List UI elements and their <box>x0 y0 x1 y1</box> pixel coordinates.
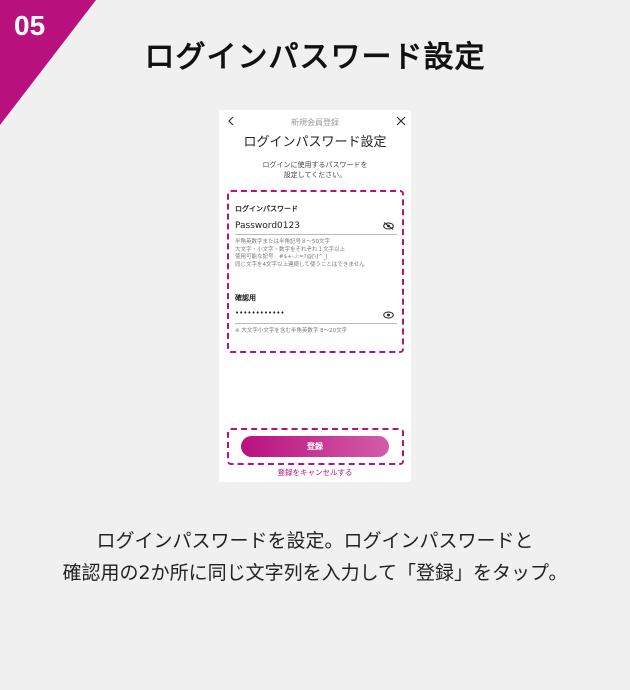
register-button[interactable]: 登録 <box>241 436 389 457</box>
confirm-underline <box>235 323 397 324</box>
password-hint-line: 大文字・小文字・数字をそれぞれ１文字以上 <box>235 246 346 253</box>
screen-navbar: 新規会員登録 <box>219 110 411 132</box>
instruction-line: ログインに使用するパスワードを <box>262 161 368 169</box>
instruction-line: 設定してください。 <box>283 171 347 179</box>
confirm-input[interactable]: •••••••••••• <box>235 309 285 317</box>
description-line: 確認用の2か所に同じ文字列を入力して「登録」をタップ。 <box>62 562 568 584</box>
eye-icon[interactable] <box>383 311 394 319</box>
password-underline <box>235 234 397 235</box>
password-hint-line: 半角英数字または半角記号８〜50文字 <box>235 239 330 245</box>
cancel-registration-link[interactable]: 登録をキャンセルする <box>219 467 411 478</box>
step-description: ログインパスワードを設定。ログインパスワードと 確認用の2か所に同じ文字列を入力… <box>0 525 630 589</box>
password-label: ログインパスワード <box>235 205 298 213</box>
screen-header-title: 新規会員登録 <box>291 118 339 127</box>
close-icon[interactable] <box>396 116 406 126</box>
confirm-label: 確認用 <box>235 294 256 302</box>
password-input[interactable]: Password0123 <box>235 221 300 231</box>
confirm-hint: ※ 大文字小文字を含む半角英数字 8〜20文字 <box>235 328 348 334</box>
password-hint-line: 同じ文字を4文字以上連続して使うことはできません <box>235 261 365 268</box>
screen-title: ログインパスワード設定 <box>243 135 387 150</box>
instruction-text: ログインに使用するパスワードを 設定してください。 <box>239 160 391 180</box>
password-hints: 半角英数字または半角記号８〜50文字 大文字・小文字・数字をそれぞれ１文字以上 … <box>235 239 400 269</box>
description-line: ログインパスワードを設定。ログインパスワードと <box>96 530 534 552</box>
step-title: ログインパスワード設定 <box>144 40 486 75</box>
phone-screen: 新規会員登録 ログインパスワード設定 ログインに使用するパスワードを 設定してく… <box>219 110 411 482</box>
eye-slash-icon[interactable] <box>383 222 394 230</box>
password-hint-line: 使用可能な記号 #$+-./:=?@[\]^_| <box>235 254 328 260</box>
